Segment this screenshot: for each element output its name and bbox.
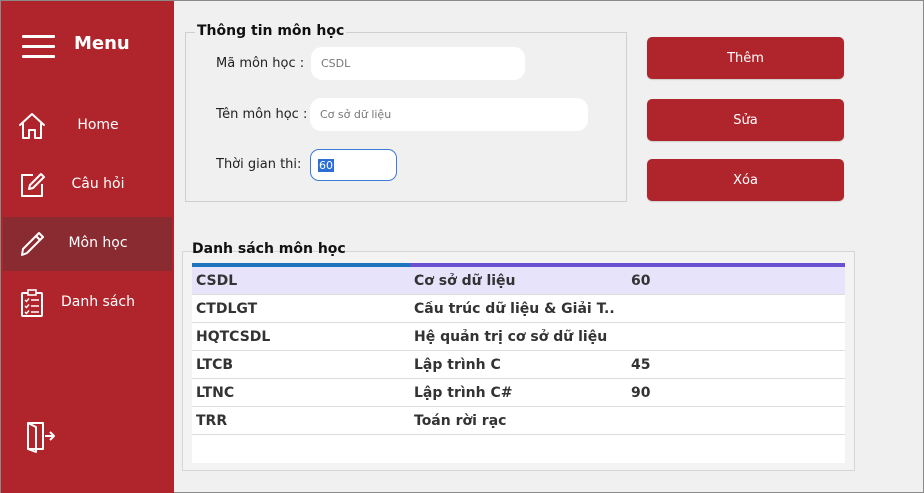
table-cell-name: Lập trình C# <box>414 385 513 401</box>
table-cell-time: 90 <box>631 385 651 401</box>
hamburger-menu-icon[interactable] <box>22 31 57 59</box>
thoi-gian-thi-label: Thời gian thi: <box>216 157 302 172</box>
table-cell-code: TRR <box>196 413 228 429</box>
table-row[interactable]: LTNC Lập trình C# 90 <box>192 379 845 407</box>
table-cell-code: LTNC <box>196 385 235 401</box>
table-row[interactable]: TRR Toán rời rạc <box>192 407 845 435</box>
table-row[interactable]: CSDL Cơ sở dữ liệu 60 <box>192 267 845 295</box>
sidebar-item-label: Home <box>77 117 119 133</box>
table-row[interactable]: LTCB Lập trình C 45 <box>192 351 845 379</box>
sidebar-item-cau-hoi[interactable]: Câu hỏi <box>3 158 172 212</box>
thoi-gian-thi-input[interactable]: 60 <box>310 149 397 181</box>
sidebar-item-label: Môn học <box>68 235 128 251</box>
selected-text: 60 <box>318 158 334 172</box>
table-cell-name: Hệ quản trị cơ sở dữ liệu <box>414 329 608 345</box>
table-cell-name: Cấu trúc dữ liệu & Giải T... <box>414 301 614 317</box>
sidebar-item-home[interactable]: Home <box>3 99 172 153</box>
table-cell-code: CTDLGT <box>196 301 258 317</box>
edit-button[interactable]: Sửa <box>647 99 844 141</box>
subject-info-title: Thông tin môn học <box>195 23 347 39</box>
add-button[interactable]: Thêm <box>647 37 844 79</box>
table-cell-time: 60 <box>631 273 651 289</box>
table-cell-name: Toán rời rạc <box>414 413 507 429</box>
table-cell-name: Lập trình C <box>414 357 501 373</box>
sidebar: Menu Home Câu hỏi Môn học Danh sách <box>1 1 174 493</box>
subject-list-title: Danh sách môn học <box>192 241 346 257</box>
menu-header: Menu <box>1 25 174 65</box>
table-cell-code: CSDL <box>196 273 238 289</box>
exit-icon[interactable] <box>23 419 57 453</box>
ten-mon-hoc-label: Tên môn học : <box>216 107 308 122</box>
table-cell-time: 45 <box>631 357 651 373</box>
sidebar-item-danh-sach[interactable]: Danh sách <box>3 276 172 330</box>
delete-button[interactable]: Xóa <box>647 159 844 201</box>
ma-mon-hoc-input[interactable]: CSDL <box>311 47 525 80</box>
sidebar-item-label: Danh sách <box>61 294 135 310</box>
ten-mon-hoc-input[interactable]: Cơ sở dữ liệu <box>310 98 588 131</box>
table-row[interactable]: CTDLGT Cấu trúc dữ liệu & Giải T... <box>192 295 845 323</box>
sidebar-item-mon-hoc[interactable]: Môn học <box>3 217 172 271</box>
ma-mon-hoc-label: Mã môn học : <box>216 56 305 71</box>
app-window: Menu Home Câu hỏi Môn học Danh sách Thôn… <box>0 0 924 493</box>
sidebar-item-label: Câu hỏi <box>71 176 125 192</box>
table-cell-code: LTCB <box>196 357 234 373</box>
menu-title: Menu <box>74 33 130 54</box>
table-cell-name: Cơ sở dữ liệu <box>414 273 516 289</box>
table-row[interactable]: HQTCSDL Hệ quản trị cơ sở dữ liệu <box>192 323 845 351</box>
table-cell-code: HQTCSDL <box>196 329 271 345</box>
subject-grid[interactable]: CSDL Cơ sở dữ liệu 60 CTDLGT Cấu trúc dữ… <box>192 263 845 463</box>
